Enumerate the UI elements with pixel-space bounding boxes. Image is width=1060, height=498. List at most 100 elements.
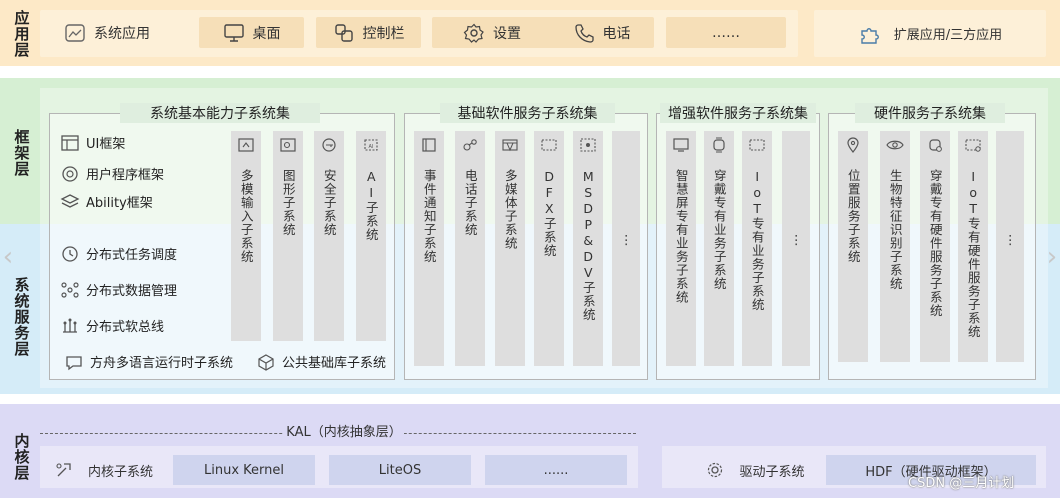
- kernel-icon: [54, 461, 74, 479]
- column-subsystem: AI AI子系统: [356, 131, 386, 341]
- column-label: IoT专有硬件服务子系统: [965, 169, 981, 339]
- column-label: AI子系统: [363, 169, 379, 242]
- notification-icon: [420, 137, 438, 153]
- column-label: 多媒体子系统: [502, 169, 518, 250]
- column-label: 事件通知子系统: [421, 169, 437, 264]
- column-subsystem: 事件通知子系统: [414, 131, 444, 366]
- fw-item-label: Ability框架: [86, 196, 153, 211]
- gear-icon: [463, 23, 485, 43]
- task-scheduling-icon: [60, 245, 80, 263]
- smart-screen-icon: [672, 137, 690, 153]
- column-label: 安全子系统: [321, 169, 337, 237]
- column-more: ⋮: [996, 131, 1024, 362]
- kernel-item-label: LiteOS: [378, 462, 422, 478]
- column-subsystem: 位置服务子系统: [838, 131, 868, 362]
- kal-label: KAL（内核抽象层）: [284, 421, 404, 441]
- extension-label: 扩展应用/三方应用: [893, 28, 1003, 43]
- layer-label-framework: 框架层: [12, 129, 31, 177]
- driver-label: 驱动子系统: [739, 464, 805, 480]
- column-label: 位置服务子系统: [845, 169, 861, 264]
- column-label: 电话子系统: [462, 169, 478, 237]
- column-subsystem: DFX子系统: [534, 131, 564, 366]
- group-title: 基础软件服务子系统集: [440, 103, 615, 123]
- column-subsystem: 生物特征识别子系统: [880, 131, 910, 362]
- sys-item-common-library: 公共基础库子系统: [256, 352, 386, 371]
- column-subsystem: 安全子系统: [314, 131, 344, 341]
- column-label: ⋮: [1002, 232, 1018, 248]
- column-label: DFX子系统: [541, 169, 557, 258]
- kernel-item-linux: Linux Kernel: [173, 455, 315, 485]
- column-label: 图形子系统: [280, 169, 296, 237]
- column-label: 穿戴专有硬件服务子系统: [927, 169, 943, 318]
- app-item-settings: 设置: [432, 17, 552, 48]
- layers-icon: [60, 193, 80, 211]
- watch-icon: [710, 137, 728, 153]
- column-subsystem: 多模输入子系统: [231, 131, 261, 341]
- column-label: IoT专有业务子系统: [749, 169, 765, 312]
- iot-icon: [748, 137, 766, 153]
- column-subsystem: 穿戴专有硬件服务子系统: [920, 131, 950, 362]
- sys-item-task-scheduling: 分布式任务调度: [60, 244, 177, 263]
- kernel-item-label: 内核子系统: [88, 464, 154, 480]
- ui-framework-icon: [60, 134, 80, 152]
- monitor-icon: [223, 23, 245, 43]
- driver-item: 驱动子系统: [690, 455, 820, 485]
- column-subsystem: IoT专有业务子系统: [742, 131, 772, 366]
- cube-icon: [256, 353, 276, 371]
- location-icon: [844, 137, 862, 153]
- sys-item-label: 分布式任务调度: [86, 248, 178, 263]
- kernel-item-liteos: LiteOS: [329, 455, 471, 485]
- sys-item-data-management: 分布式数据管理: [60, 280, 177, 299]
- column-more: ⋮: [782, 131, 810, 366]
- driver-gear-icon: [705, 461, 725, 479]
- dfx-icon: [540, 137, 558, 153]
- prev-arrow-icon[interactable]: ‹: [1, 242, 15, 272]
- fw-item-label: 用户程序框架: [86, 168, 165, 183]
- layer-label-app: 应用层: [12, 10, 31, 58]
- fw-item-label: UI框架: [86, 137, 126, 152]
- msdp-icon: [579, 137, 597, 153]
- sys-item-soft-bus: 分布式软总线: [60, 316, 164, 335]
- sys-item-label: 公共基础库子系统: [282, 356, 387, 371]
- wearable-hardware-icon: [926, 137, 944, 153]
- column-subsystem: IoT专有硬件服务子系统: [958, 131, 988, 362]
- group-title: 硬件服务子系统集: [855, 103, 1005, 123]
- column-subsystem: 智慧屏专有业务子系统: [666, 131, 696, 366]
- soft-bus-icon: [60, 317, 80, 335]
- telephony-icon: [461, 137, 479, 153]
- sys-item-label: 分布式数据管理: [86, 284, 178, 299]
- graphics-icon: [279, 137, 297, 153]
- column-label: MSDP&DV子系统: [580, 169, 596, 322]
- column-subsystem: 图形子系统: [273, 131, 303, 341]
- next-arrow-icon[interactable]: ›: [1045, 242, 1059, 272]
- control-bar-icon: [333, 23, 355, 43]
- fw-item-ability: Ability框架: [60, 192, 153, 211]
- kernel-item-label: Linux Kernel: [204, 462, 284, 478]
- kernel-item-label: ......: [543, 462, 569, 478]
- system-app-icon: [64, 23, 86, 43]
- app-item-more: ……: [666, 17, 786, 48]
- puzzle-icon: [858, 23, 882, 45]
- app-item-desktop: 桌面: [199, 17, 304, 48]
- app-item-label: 桌面: [252, 25, 281, 42]
- sys-item-ark-runtime: 方舟多语言运行时子系统: [64, 352, 233, 371]
- app-item-extension: 扩展应用/三方应用: [814, 10, 1046, 57]
- group-title: 系统基本能力子系统集: [120, 103, 320, 123]
- column-label: 生物特征识别子系统: [887, 169, 903, 291]
- column-subsystem: MSDP&DV子系统: [573, 131, 603, 366]
- app-item-label: 电话: [602, 25, 631, 42]
- app-item-label: 系统应用: [94, 25, 150, 42]
- svg-text:AI: AI: [369, 144, 374, 150]
- column-label: 多模输入子系统: [238, 169, 254, 264]
- multimedia-icon: [501, 137, 519, 153]
- kernel-item-subsystem: 内核子系统: [46, 455, 166, 485]
- fw-item-user-program: 用户程序框架: [60, 164, 164, 183]
- column-label: ⋮: [618, 232, 634, 248]
- input-icon: [237, 137, 255, 153]
- column-label: ⋮: [788, 232, 804, 248]
- column-subsystem: 多媒体子系统: [495, 131, 525, 366]
- data-management-icon: [60, 281, 80, 299]
- sys-item-label: 分布式软总线: [86, 320, 165, 335]
- phone-icon: [573, 23, 595, 43]
- sys-item-label: 方舟多语言运行时子系统: [90, 356, 234, 371]
